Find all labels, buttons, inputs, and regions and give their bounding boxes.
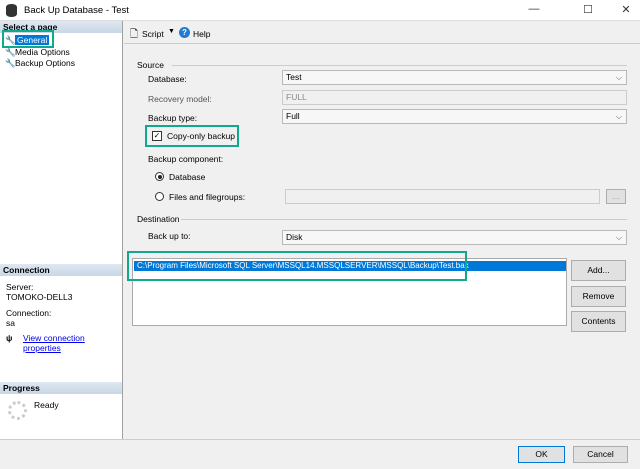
chevron-down-icon: ⌵	[615, 233, 622, 242]
database-radio[interactable]	[155, 172, 164, 181]
back-up-to-select[interactable]: Disk ⌵	[282, 230, 627, 245]
minimize-button[interactable]: —	[524, 3, 544, 15]
window-title: Back Up Database - Test	[24, 5, 129, 16]
title-bar: Back Up Database - Test — ☐ ✕	[0, 0, 640, 21]
add-button[interactable]: Add...	[571, 260, 626, 281]
cancel-button[interactable]: Cancel	[573, 446, 628, 463]
sidebar-item-label: Backup Options	[15, 58, 76, 68]
left-panel: Select a page 🔧General 🔧Media Options 🔧B…	[0, 21, 123, 439]
divider	[172, 65, 627, 66]
connection-value: sa	[6, 318, 15, 328]
progress-header: Progress	[0, 382, 122, 394]
destination-group-label: Destination	[137, 214, 180, 224]
recovery-model-label: Recovery model:	[148, 94, 212, 104]
progress-spinner-icon	[8, 401, 27, 420]
database-label: Database:	[148, 74, 187, 84]
source-group-label: Source	[137, 60, 164, 70]
highlight-box	[145, 125, 239, 147]
contents-button[interactable]: Contents	[571, 311, 626, 332]
script-dropdown-icon[interactable]: ▼	[168, 28, 175, 35]
files-filegroups-field	[285, 189, 600, 204]
view-connection-properties-link[interactable]: View connection properties	[23, 333, 122, 353]
ok-button[interactable]: OK	[518, 446, 565, 463]
database-icon	[6, 4, 17, 17]
database-select[interactable]: Test ⌵	[282, 70, 627, 85]
chevron-down-icon: ⌵	[615, 112, 622, 121]
toolbar: 🗋 Script ▼ ? Help	[124, 22, 640, 44]
connection-properties-icon: ψ	[6, 333, 13, 343]
maximize-button[interactable]: ☐	[578, 3, 598, 16]
wrench-icon: 🔧	[5, 58, 16, 68]
files-filegroups-label: Files and filegroups:	[169, 192, 246, 202]
highlight-box	[2, 30, 54, 48]
script-button[interactable]: Script	[142, 29, 164, 39]
script-icon: 🗋	[130, 29, 139, 40]
server-label: Server:	[6, 282, 34, 292]
files-filegroups-radio[interactable]	[155, 192, 164, 201]
server-value: TOMOKO-DELL3	[6, 292, 73, 302]
recovery-model-field: FULL	[282, 90, 627, 105]
browse-files-button[interactable]: ...	[606, 189, 626, 204]
sidebar-item-label: Media Options	[15, 47, 70, 57]
backup-type-select[interactable]: Full ⌵	[282, 109, 627, 124]
remove-button[interactable]: Remove	[571, 286, 626, 307]
backup-component-label: Backup component:	[148, 154, 224, 164]
sidebar-item-media-options[interactable]: 🔧Media Options	[5, 47, 70, 57]
help-icon: ?	[179, 27, 190, 38]
highlight-box	[127, 251, 467, 281]
back-up-to-label: Back up to:	[148, 231, 191, 241]
help-button[interactable]: Help	[193, 29, 210, 39]
chevron-down-icon: ⌵	[615, 73, 622, 82]
divider	[0, 439, 640, 440]
connection-label: Connection:	[6, 308, 52, 318]
close-button[interactable]: ✕	[616, 3, 636, 16]
backup-type-label: Backup type:	[148, 113, 198, 123]
sidebar-item-backup-options[interactable]: 🔧Backup Options	[5, 58, 75, 68]
connection-header: Connection	[0, 264, 122, 276]
progress-status: Ready	[34, 400, 59, 410]
database-radio-label: Database	[169, 172, 206, 182]
divider	[181, 219, 627, 220]
wrench-icon: 🔧	[5, 47, 16, 57]
